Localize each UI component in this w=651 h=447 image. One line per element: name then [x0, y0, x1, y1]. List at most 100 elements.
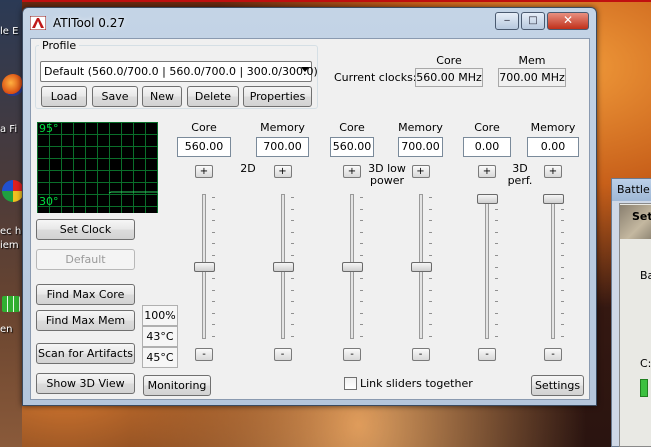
slider-tick [290, 313, 294, 314]
current-mem-clock: 700.00 MHz [498, 68, 566, 87]
slider-tick [360, 313, 363, 314]
find-max-mem-button[interactable]: Find Max Mem [36, 310, 135, 331]
save-button[interactable]: Save [92, 86, 138, 107]
monitoring-button[interactable]: Monitoring [143, 375, 211, 396]
mem-decrease-button[interactable]: - [411, 348, 430, 361]
slider-tick [561, 313, 564, 314]
properties-button[interactable]: Properties [243, 86, 312, 107]
core-clock-input[interactable]: 560.00 [330, 137, 374, 157]
slider-tick [561, 255, 564, 256]
slider-tick [561, 301, 564, 302]
slider-tick [495, 313, 498, 314]
link-sliders-checkbox[interactable] [344, 377, 357, 390]
slider-tick [495, 220, 498, 221]
slider-tick [212, 255, 215, 256]
client-area: Profile Default (560.0/700.0 | 560.0/700… [30, 38, 590, 400]
title-bar[interactable]: ATITool 0.27 ‒ □ ✕ [23, 8, 596, 38]
core-increase-button[interactable]: + [478, 165, 496, 178]
slider-tick [495, 209, 498, 210]
core-slider-track[interactable] [485, 194, 489, 339]
mem-header: Memory [260, 121, 305, 134]
mem-slider-thumb[interactable] [272, 262, 294, 272]
set-clock-button[interactable]: Set Clock [36, 219, 135, 240]
temperature-readout: 45°C [142, 347, 178, 368]
slider-tick [212, 336, 215, 337]
core-clock-input[interactable]: 0.00 [463, 137, 511, 157]
scan-artifacts-button[interactable]: Scan for Artifacts [36, 343, 135, 364]
core-clock-input[interactable]: 560.00 [177, 137, 231, 157]
mem-clock-input[interactable]: 700.00 [398, 137, 443, 157]
slider-tick [360, 255, 363, 256]
load-button[interactable]: Load [41, 86, 87, 107]
mem-clock-input[interactable]: 700.00 [256, 137, 309, 157]
slider-tick [428, 336, 432, 337]
mem-slider-track[interactable] [551, 194, 555, 339]
core-slider-thumb[interactable] [342, 262, 363, 272]
mem-clock-input[interactable]: 0.00 [527, 137, 579, 157]
mem-increase-button[interactable]: + [273, 165, 292, 178]
mem-slider-thumb[interactable] [410, 262, 432, 272]
slider-tick [360, 324, 363, 325]
mem-increase-button[interactable]: + [544, 165, 562, 178]
core-decrease-button[interactable]: - [195, 348, 213, 361]
core-header: Core [474, 121, 500, 134]
profile-select[interactable]: Default (560.0/700.0 | 560.0/700.0 | 300… [40, 61, 318, 82]
slider-tick [561, 290, 564, 291]
new-button[interactable]: New [142, 86, 182, 107]
mem-decrease-button[interactable]: - [544, 348, 562, 361]
default-button[interactable]: Default [36, 249, 135, 270]
atitool-window[interactable]: ATITool 0.27 ‒ □ ✕ Profile Default (560.… [22, 7, 597, 406]
slider-tick [360, 197, 363, 198]
slider-tick [290, 220, 294, 221]
slider-tick [360, 220, 363, 221]
link-sliders-label[interactable]: Link sliders together [360, 377, 473, 390]
core-increase-button[interactable]: + [195, 165, 213, 178]
slider-tick [495, 232, 498, 233]
desktop-label: ec h [0, 226, 22, 237]
core-decrease-button[interactable]: - [343, 348, 361, 361]
slider-tick [360, 290, 363, 291]
mem-decrease-button[interactable]: - [273, 348, 292, 361]
slider-tick [428, 278, 432, 279]
slider-tick [212, 290, 215, 291]
background-window-progress [640, 379, 648, 397]
slider-tick [428, 243, 432, 244]
slider-tick [428, 209, 432, 210]
delete-button[interactable]: Delete [187, 86, 239, 107]
slider-tick [428, 301, 432, 302]
find-max-core-button[interactable]: Find Max Core [36, 284, 135, 305]
core-decrease-button[interactable]: - [478, 348, 496, 361]
mem-slider-thumb[interactable] [543, 194, 564, 204]
background-window-titlebar[interactable]: Battle [612, 179, 651, 201]
slider-tick [212, 313, 215, 314]
core-slider-thumb[interactable] [194, 262, 215, 272]
desktop-label: iem [0, 240, 19, 251]
firefox-icon[interactable] [2, 74, 24, 96]
mem-increase-button[interactable]: + [411, 165, 430, 178]
slider-tick [360, 209, 363, 210]
show-3d-view-button[interactable]: Show 3D View [36, 373, 135, 394]
settings-button[interactable]: Settings [531, 375, 584, 396]
slider-tick [290, 301, 294, 302]
chevron-down-icon[interactable] [301, 67, 309, 72]
profile-group-label: Profile [39, 39, 80, 52]
desktop-label: le E [0, 26, 19, 37]
spreadsheet-icon[interactable] [2, 296, 20, 312]
slider-tick [561, 267, 564, 268]
slider-tick [290, 232, 294, 233]
slider-tick [561, 324, 564, 325]
slider-tick [212, 278, 215, 279]
core-increase-button[interactable]: + [343, 165, 361, 178]
minimize-button[interactable]: ‒ [495, 12, 519, 30]
slider-tick [561, 243, 564, 244]
fan-speed-readout: 100% [142, 305, 178, 326]
close-button[interactable]: ✕ [547, 12, 589, 30]
app-shortcut-icon[interactable] [2, 180, 24, 202]
core-header: Core [191, 121, 217, 134]
clock-mode-label: 2D [240, 162, 256, 175]
slider-tick [495, 336, 498, 337]
core-slider-thumb[interactable] [477, 194, 498, 204]
background-window[interactable]: Battle Set Ba C: [611, 178, 651, 447]
slider-tick [290, 197, 294, 198]
maximize-button[interactable]: □ [521, 12, 545, 30]
